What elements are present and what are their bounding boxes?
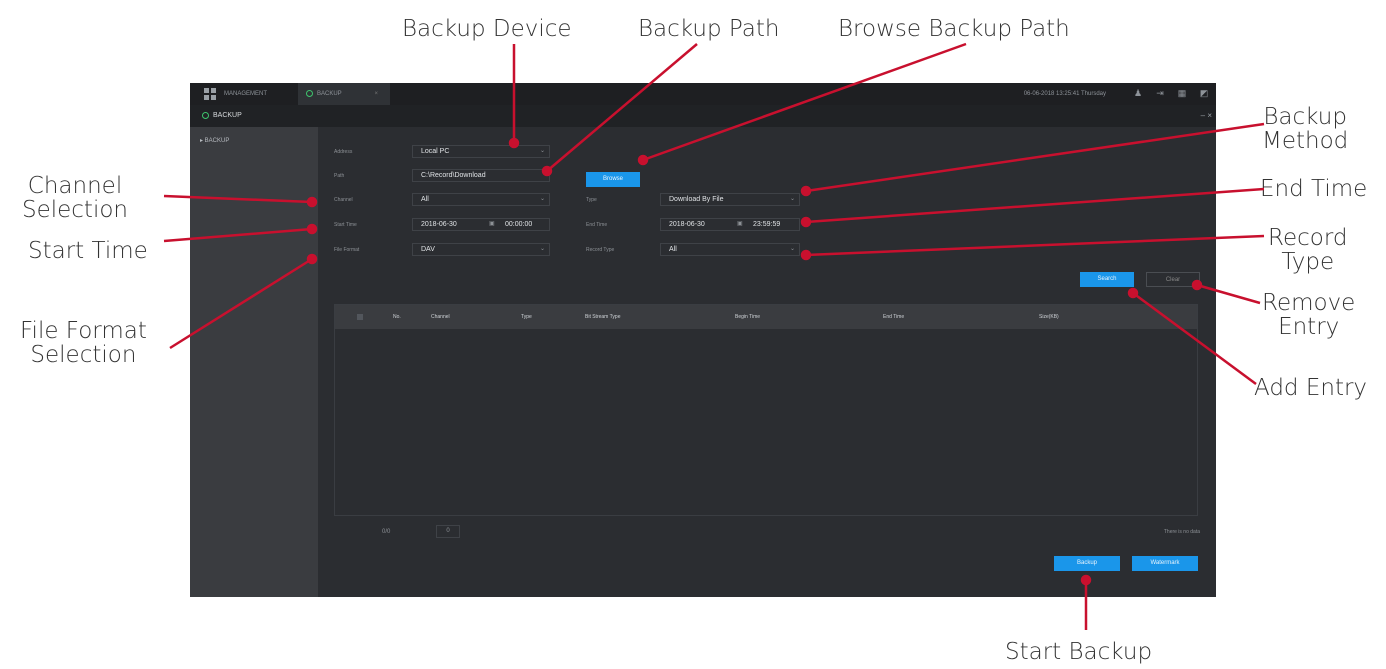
callout-browse-backup-path: Browse Backup Path <box>838 16 1070 42</box>
calendar-icon[interactable]: ▣ <box>737 219 743 230</box>
callout-remove-entry: Remove Entry <box>1262 290 1356 340</box>
table-header: No. Channel Type Bit Stream Type Begin T… <box>335 305 1197 329</box>
column-header: Type <box>521 314 532 320</box>
window-title-bar: BACKUP – × <box>190 105 1216 127</box>
select-all-checkbox[interactable] <box>357 314 363 320</box>
channel-value: All <box>421 196 429 203</box>
backup-path-value: C:\Record\Download <box>421 172 486 179</box>
sidebar-item-backup[interactable]: ▸ BACKUP <box>200 137 229 144</box>
column-header: Size(KB) <box>1039 314 1059 320</box>
window-title: BACKUP <box>202 105 242 127</box>
end-time-value: 23:59:59 <box>753 221 781 228</box>
column-header: Begin Time <box>735 314 761 320</box>
chevron-down-icon: ⌄ <box>539 196 545 202</box>
callout-start-backup: Start Backup <box>1005 639 1153 665</box>
end-time-input[interactable]: 2018-06-30 ▣ 23:59:59 <box>660 218 800 231</box>
start-time-label: Start Time <box>334 222 357 228</box>
column-header: End Time <box>883 314 905 320</box>
backup-method-value: Download By File <box>669 196 724 203</box>
page-number-input[interactable]: 0 <box>436 525 460 538</box>
backup-app-window: MANAGEMENT BACKUP × 06-06-2018 13:25:41 … <box>190 83 1216 597</box>
clear-button[interactable]: Clear <box>1146 272 1200 287</box>
type-label: Type <box>586 197 597 203</box>
user-icon[interactable]: ♟ <box>1132 87 1144 100</box>
backup-device-select[interactable]: Local PC ⌄ <box>412 145 550 158</box>
start-time-input[interactable]: 2018-06-30 ▣ 00:00:00 <box>412 218 550 231</box>
end-time-label: End Time <box>586 222 608 228</box>
pager-count: 0/0 <box>382 529 391 535</box>
toolbar-icons: ♟ ⇥ ▦ ◩ <box>1132 87 1210 100</box>
backup-icon <box>202 111 209 119</box>
chevron-down-icon: ⌄ <box>789 246 795 252</box>
file-format-select[interactable]: DAV ⌄ <box>412 243 550 256</box>
sidebar: ▸ BACKUP <box>190 127 318 597</box>
browse-button[interactable]: Browse <box>586 172 640 187</box>
callout-end-time: End Time <box>1260 176 1368 202</box>
tab-backup-label: BACKUP <box>317 91 342 97</box>
backup-method-select[interactable]: Download By File ⌄ <box>660 193 800 206</box>
no-data-message: There is no data <box>1163 529 1200 535</box>
record-type-select[interactable]: All ⌄ <box>660 243 800 256</box>
backup-tab-icon <box>306 89 313 97</box>
column-header: Bit Stream Type <box>585 314 621 320</box>
results-table: No. Channel Type Bit Stream Type Begin T… <box>334 304 1198 516</box>
address-label: Address <box>334 149 353 155</box>
calendar-icon[interactable]: ▣ <box>489 219 495 230</box>
callout-start-time: Start Time <box>28 238 148 264</box>
backup-device-value: Local PC <box>421 148 450 155</box>
top-menu-bar: MANAGEMENT BACKUP × 06-06-2018 13:25:41 … <box>190 83 1216 105</box>
search-button[interactable]: Search <box>1080 272 1134 287</box>
file-format-label: File Format <box>334 247 360 253</box>
callout-channel-selection: Channel Selection <box>22 173 128 223</box>
chevron-down-icon: ⌄ <box>789 196 795 202</box>
settings-icon[interactable]: ◩ <box>1198 87 1210 100</box>
start-time-value: 00:00:00 <box>505 221 533 228</box>
backup-button[interactable]: Backup <box>1054 556 1120 571</box>
column-header: Channel <box>431 314 450 320</box>
tab-management[interactable]: MANAGEMENT <box>224 83 267 105</box>
record-type-value: All <box>669 246 677 253</box>
backup-path-field[interactable]: C:\Record\Download <box>412 169 550 182</box>
logout-icon[interactable]: ⇥ <box>1154 87 1166 100</box>
channel-label: Channel <box>334 197 353 203</box>
window-title-text: BACKUP <box>213 112 242 119</box>
callout-backup-device: Backup Device <box>402 16 572 42</box>
main-panel: Address Local PC ⌄ Path C:\Record\Downloa… <box>318 127 1216 597</box>
callout-add-entry: Add Entry <box>1254 375 1368 401</box>
channel-select[interactable]: All ⌄ <box>412 193 550 206</box>
system-datetime: 06-06-2018 13:25:41 Thursday <box>1023 91 1106 97</box>
callout-backup-path: Backup Path <box>638 16 780 42</box>
callout-backup-method: Backup Method <box>1262 104 1349 154</box>
callout-record-type: Record Type <box>1268 225 1348 275</box>
watermark-button[interactable]: Watermark <box>1132 556 1198 571</box>
end-date-value: 2018-06-30 <box>669 221 705 228</box>
start-date-value: 2018-06-30 <box>421 221 457 228</box>
close-tab-icon[interactable]: × <box>374 83 378 105</box>
column-header: No. <box>393 314 401 320</box>
tab-backup[interactable]: BACKUP × <box>298 83 390 105</box>
record-type-label: Record Type <box>586 247 615 253</box>
window-controls[interactable]: – × <box>1201 105 1212 127</box>
main-menu-icon[interactable] <box>204 88 216 100</box>
layout-icon[interactable]: ▦ <box>1176 87 1188 100</box>
chevron-down-icon: ⌄ <box>539 246 545 252</box>
callout-file-format-selection: File Format Selection <box>20 318 147 368</box>
path-label: Path <box>334 173 345 179</box>
file-format-value: DAV <box>421 246 435 253</box>
chevron-down-icon: ⌄ <box>539 148 545 154</box>
